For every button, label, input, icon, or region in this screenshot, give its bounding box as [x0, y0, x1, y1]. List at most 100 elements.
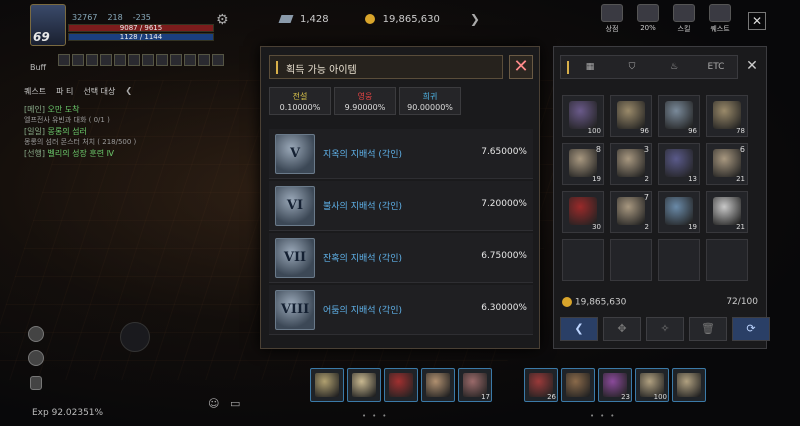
inventory-slot[interactable]: 30	[562, 191, 604, 233]
menu-label: 퀘스트	[710, 25, 730, 33]
item-name: 어둠의 지배석 (각인)	[323, 306, 402, 316]
buff-icon[interactable]	[184, 54, 196, 66]
quest-tabs: 퀘스트 파 티 선택 대상 ❮	[24, 86, 132, 97]
tab-grid-all[interactable]: ▦	[569, 62, 611, 72]
inventory-slot[interactable]: 78	[706, 95, 748, 137]
inventory-slot[interactable]	[706, 239, 748, 281]
hotbar-slot[interactable]	[672, 368, 706, 402]
sort-button[interactable]: ⟳	[732, 317, 770, 341]
tab-equipment[interactable]: ⛉	[611, 62, 653, 72]
back-button[interactable]: ❮	[560, 317, 598, 341]
hotbar-slot[interactable]	[421, 368, 455, 402]
inventory-slot[interactable]	[610, 239, 652, 281]
inventory-slot[interactable]: 72	[610, 191, 652, 233]
inventory-slot[interactable]	[562, 239, 604, 281]
stat-c: -235	[132, 13, 151, 22]
slot-enhance: 8	[595, 145, 601, 154]
player-stats: 32767 218 -235	[72, 13, 151, 22]
hotbar-slot[interactable]: 100	[635, 368, 669, 402]
item-icon	[426, 373, 450, 397]
quest-list: [메인] 오만 도착 엘프전사 유빈과 대화 ( 0/1 ) [일일] 몽롱의 섬…	[24, 104, 194, 159]
buff-icon[interactable]	[142, 54, 154, 66]
buff-icon[interactable]	[128, 54, 140, 66]
rarity-pct: 9.90000%	[344, 103, 386, 112]
buff-icon[interactable]	[170, 54, 182, 66]
dominion-stone-icon: VI	[275, 186, 315, 226]
rarity-name: 희귀	[422, 92, 438, 101]
hotbar-slot[interactable]: 17	[458, 368, 492, 402]
delete-button[interactable]: 🗑	[689, 317, 727, 341]
inventory-slot[interactable]: 32	[610, 143, 652, 185]
slot-count: 26	[547, 393, 556, 401]
menu-skill[interactable]: 스킬	[670, 4, 698, 34]
hotbar-slot[interactable]	[310, 368, 344, 402]
quest-item[interactable]: [일일] 몽롱의 섬러 몽롱의 섬러 몬스터 처치 ( 218/500 )	[24, 126, 194, 148]
page-dots: •••	[362, 412, 393, 420]
item-icon	[617, 101, 645, 129]
buff-icon[interactable]	[58, 54, 70, 66]
buff-label: Buff	[30, 63, 47, 72]
item-icon	[665, 197, 693, 225]
inventory-slot[interactable]: 6 21	[706, 143, 748, 185]
inventory-slot[interactable]	[658, 239, 700, 281]
inventory-tabs: ▦ ⛉ ♨ ETC	[560, 55, 738, 79]
menu-quest[interactable]: 퀘스트	[706, 4, 734, 34]
tab-party[interactable]: 파 티	[56, 86, 73, 97]
emote-icon[interactable]: ☺	[208, 397, 219, 410]
hotbar-slot[interactable]: 23	[598, 368, 632, 402]
item-row[interactable]: VIII 어둠의 지배석 (각인) 6.30000%	[269, 285, 533, 335]
buff-icon[interactable]	[212, 54, 224, 66]
move-button[interactable]: ✥	[603, 317, 641, 341]
inventory-slot[interactable]: 96	[658, 95, 700, 137]
item-row[interactable]: VII 잔혹의 지배석 (각인) 6.75000%	[269, 233, 533, 283]
buff-icon[interactable]	[72, 54, 84, 66]
buff-icon[interactable]	[86, 54, 98, 66]
item-icon	[569, 149, 597, 177]
tab-consumable[interactable]: ♨	[653, 62, 695, 72]
hotbar-slot[interactable]	[347, 368, 381, 402]
inventory-slot[interactable]: 13	[658, 143, 700, 185]
buff-icon[interactable]	[114, 54, 126, 66]
inventory-slot[interactable]: 96	[610, 95, 652, 137]
tab-quest[interactable]: 퀘스트	[24, 86, 46, 97]
header-accent	[276, 61, 278, 74]
enhance-button[interactable]: ✧	[646, 317, 684, 341]
buff-icon[interactable]	[156, 54, 168, 66]
settings-gear-icon[interactable]: ⚙	[216, 12, 229, 28]
item-icon	[389, 373, 413, 397]
currency-expand-chevron-icon[interactable]: ❯	[470, 12, 480, 26]
tab-target[interactable]: 선택 대상	[83, 86, 115, 97]
shop-icon	[601, 4, 623, 22]
inventory-slot[interactable]: 8 19	[562, 143, 604, 185]
grid-menu-icon[interactable]	[28, 350, 44, 366]
hotbar-slot[interactable]: 26	[524, 368, 558, 402]
menu-event[interactable]: 20%	[634, 4, 662, 34]
tab-etc[interactable]: ETC	[695, 62, 737, 72]
collapse-chevron-icon[interactable]: ❮	[125, 86, 132, 97]
hotbar-slot[interactable]	[561, 368, 595, 402]
inventory-slot[interactable]: 21	[706, 191, 748, 233]
modal-close-button[interactable]: ✕	[509, 55, 533, 79]
joystick[interactable]	[120, 322, 150, 352]
item-row[interactable]: V 지옥의 지배석 (각인) 7.65000%	[269, 129, 533, 179]
inventory-capacity: 72/100	[726, 297, 758, 307]
buff-icon[interactable]	[198, 54, 210, 66]
hotbar-slot[interactable]	[384, 368, 418, 402]
lock-icon[interactable]	[30, 376, 42, 390]
inventory-close-button[interactable]: ✕	[742, 55, 762, 79]
quest-type: [일일]	[24, 127, 45, 136]
quest-item[interactable]: [선행] 벨리의 성장 훈련 Ⅳ	[24, 148, 194, 159]
dominion-stone-icon: V	[275, 134, 315, 174]
inventory-slot[interactable]: 100	[562, 95, 604, 137]
map-marker-icon[interactable]	[28, 326, 44, 342]
menu-close-button[interactable]: ✕	[748, 12, 766, 30]
item-icon	[665, 101, 693, 129]
quest-item[interactable]: [메인] 오만 도착 엘프전사 유빈과 대화 ( 0/1 )	[24, 104, 194, 126]
event-icon	[637, 4, 659, 22]
buff-icon[interactable]	[100, 54, 112, 66]
rarity-legendary: 전설 0.10000%	[269, 87, 331, 115]
chat-icon[interactable]: ▭	[230, 397, 240, 410]
item-row[interactable]: VI 불사의 지배석 (각인) 7.20000%	[269, 181, 533, 231]
menu-shop[interactable]: 상점	[598, 4, 626, 34]
inventory-slot[interactable]: 19	[658, 191, 700, 233]
